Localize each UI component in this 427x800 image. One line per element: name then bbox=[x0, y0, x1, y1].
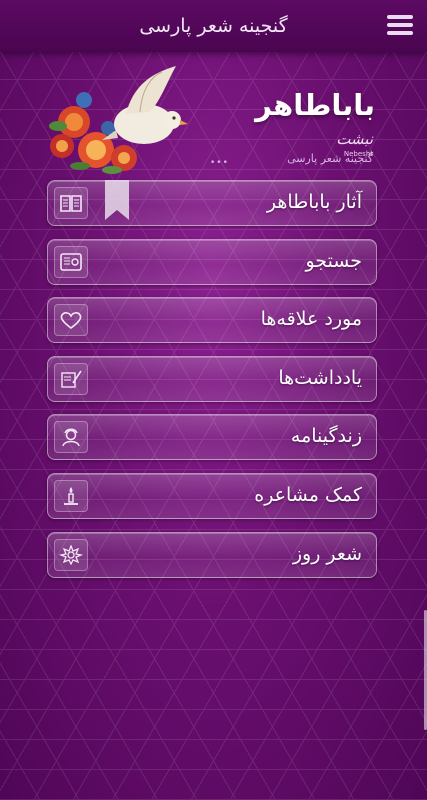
menu-item-mushaere[interactable]: کمک مشاعره bbox=[47, 472, 377, 519]
menu-item-notes[interactable]: یادداشت‌ها bbox=[47, 355, 377, 402]
menu-item-label: یادداشت‌ها bbox=[278, 366, 362, 389]
quill-scroll-icon bbox=[54, 362, 88, 395]
header-banner: باباطاهر نبشت Nebesht گنجینه شعر پارسی •… bbox=[0, 52, 427, 174]
book-icon bbox=[54, 187, 88, 219]
subtitle-dots: ••• bbox=[210, 158, 229, 168]
menu-item-label: مورد علاقه‌ها bbox=[260, 308, 362, 331]
menu-item-poem-of-day[interactable]: شعر روز bbox=[47, 531, 377, 578]
nebesht-logo: نبشت bbox=[336, 130, 373, 148]
menu-item-label: آثار باباطاهر bbox=[266, 191, 362, 213]
menu-item-works[interactable]: آثار باباطاهر bbox=[47, 180, 377, 226]
main-menu: آثار باباطاهر جستجو مورد علاقه‌ها یادداش… bbox=[47, 180, 377, 590]
header-subtitle: گنجینه شعر پارسی bbox=[287, 152, 373, 165]
bookmark-ribbon-icon bbox=[105, 180, 129, 220]
top-bar: گنجینه شعر پارسی bbox=[0, 0, 427, 52]
menu-item-search[interactable]: جستجو bbox=[47, 238, 377, 285]
ornament-icon bbox=[54, 538, 88, 571]
menu-item-label: کمک مشاعره bbox=[254, 483, 362, 506]
menu-item-label: شعر روز bbox=[292, 542, 362, 565]
candle-icon bbox=[54, 479, 88, 512]
portrait-icon bbox=[54, 421, 88, 454]
dove-flowers-illustration bbox=[49, 66, 188, 174]
search-book-icon bbox=[54, 245, 88, 278]
heart-icon bbox=[54, 304, 88, 337]
hamburger-menu-icon[interactable] bbox=[387, 12, 413, 38]
menu-item-label: جستجو bbox=[305, 249, 362, 272]
menu-item-label: زندگینامه bbox=[290, 425, 362, 448]
poet-name: باباطاهر bbox=[255, 88, 375, 122]
menu-item-biography[interactable]: زندگینامه bbox=[47, 414, 377, 461]
menu-item-favorites[interactable]: مورد علاقه‌ها bbox=[47, 297, 377, 344]
app-title: گنجینه شعر پارسی bbox=[139, 15, 288, 37]
